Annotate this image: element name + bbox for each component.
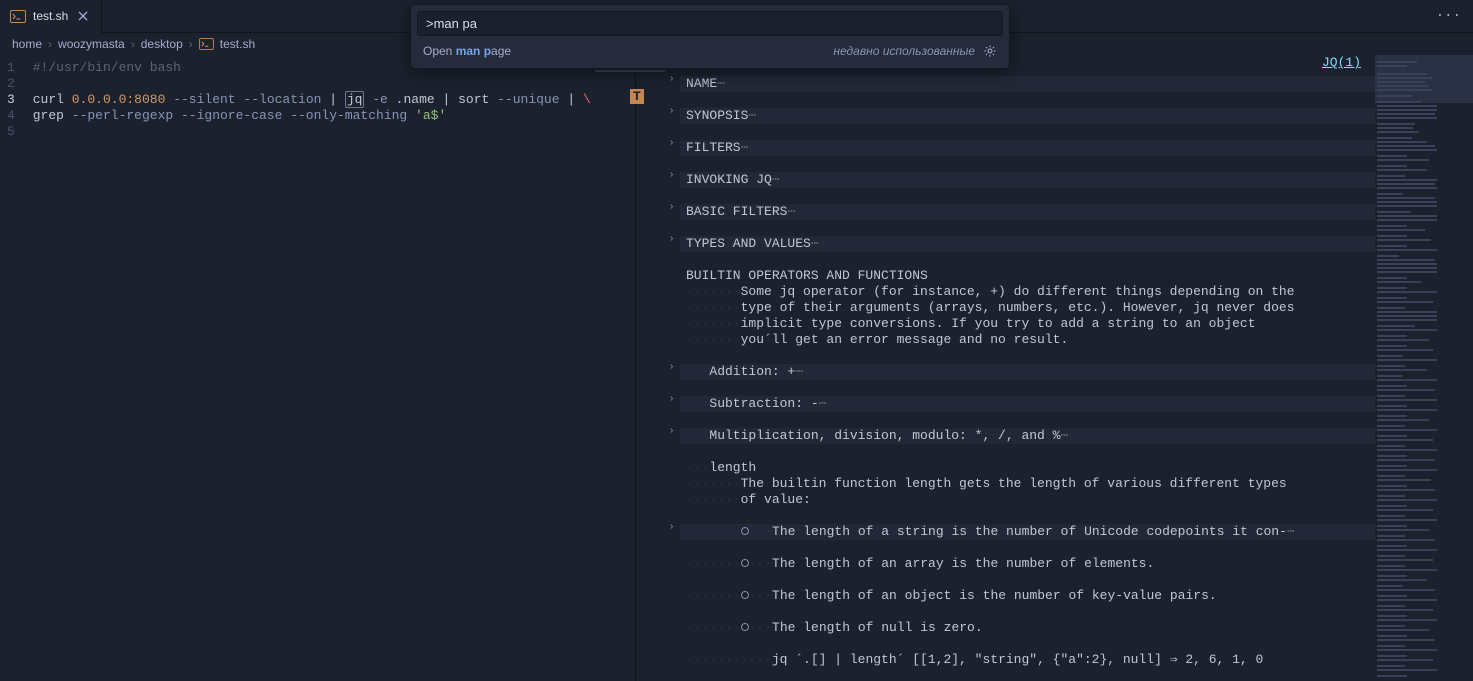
chevron-right-icon[interactable]: ›: [670, 521, 673, 532]
man-page-title: JQ(1): [1322, 55, 1361, 71]
chevron-right-icon[interactable]: ›: [670, 425, 673, 436]
line-gutter: 1 2 3 4 5: [0, 55, 33, 681]
crumb-file[interactable]: test.sh: [220, 37, 255, 51]
tab-test-sh[interactable]: test.sh: [0, 0, 102, 33]
crumb-desktop[interactable]: desktop: [141, 37, 183, 51]
chevron-right-icon[interactable]: ›: [670, 393, 673, 404]
editor-right-pane[interactable]: T › › › › › › › › › › JQ(1) NAME⋯ SYNOPS…: [636, 55, 1473, 681]
chevron-right-icon[interactable]: ›: [670, 201, 673, 212]
close-icon[interactable]: [75, 8, 91, 24]
chevron-right-icon[interactable]: ›: [670, 137, 673, 148]
fold-name[interactable]: NAME⋯: [680, 76, 1375, 92]
minimap-left[interactable]: [591, 55, 635, 681]
fold-li1[interactable]: ··········The length of a string is the …: [680, 524, 1375, 540]
minimap-right[interactable]: /* drawn via static divs below */: [1375, 55, 1473, 681]
man-page-content[interactable]: JQ(1) NAME⋯ SYNOPSIS⋯ FILTERS⋯ INVOKING …: [686, 55, 1375, 681]
shell-file-icon: [10, 8, 26, 24]
fold-invoking[interactable]: INVOKING JQ⋯: [680, 172, 1375, 188]
fold-addition[interactable]: ···Addition: +⋯: [680, 364, 1375, 380]
shell-file-icon: [199, 38, 214, 50]
chevron-right-icon: ›: [189, 37, 193, 51]
fold-filters[interactable]: FILTERS⋯: [680, 140, 1375, 156]
tab-label: test.sh: [33, 9, 68, 23]
chevron-right-icon[interactable]: ›: [670, 73, 673, 84]
chevron-right-icon[interactable]: ›: [670, 233, 673, 244]
crumb-user[interactable]: woozymasta: [58, 37, 125, 51]
fold-gutter: › › › › › › › › › ›: [636, 55, 686, 681]
fold-types-values[interactable]: TYPES AND VALUES⋯: [680, 236, 1375, 252]
command-input[interactable]: >man pa: [417, 11, 1003, 36]
chevron-right-icon[interactable]: ›: [670, 169, 673, 180]
bullet-icon: [741, 527, 749, 535]
chevron-right-icon: ›: [131, 37, 135, 51]
gear-icon[interactable]: [983, 44, 997, 58]
chevron-right-icon[interactable]: ›: [670, 105, 673, 116]
bullet-icon: [741, 591, 749, 599]
command-item-open-man-page[interactable]: Open man page недавно использованные: [417, 40, 1003, 62]
fold-synopsis[interactable]: SYNOPSIS⋯: [680, 108, 1375, 124]
editor-left-pane[interactable]: 1 2 3 4 5 #!/usr/bin/env bash curl 0.0.0…: [0, 55, 636, 681]
chevron-right-icon: ›: [48, 37, 52, 51]
fold-muldiv[interactable]: ···Multiplication, division, modulo: *, …: [680, 428, 1375, 444]
crumb-home[interactable]: home: [12, 37, 42, 51]
bullet-icon: [741, 623, 749, 631]
more-actions-icon[interactable]: ···: [1424, 8, 1473, 24]
recent-label: недавно использованные: [833, 44, 975, 58]
fold-subtraction[interactable]: ···Subtraction: -⋯: [680, 396, 1375, 412]
command-palette: >man pa Open man page недавно использова…: [410, 4, 1010, 69]
bullet-icon: [741, 559, 749, 567]
fold-basic-filters[interactable]: BASIC FILTERS⋯: [680, 204, 1375, 220]
chevron-right-icon[interactable]: ›: [670, 361, 673, 372]
editor-code[interactable]: #!/usr/bin/env bash curl 0.0.0.0:8080 --…: [33, 55, 591, 681]
